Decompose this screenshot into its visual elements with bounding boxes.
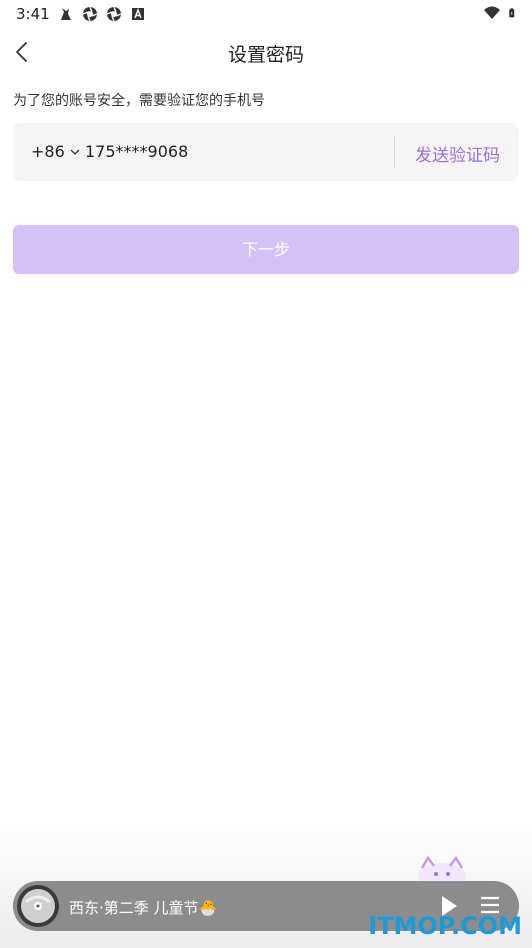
status-bar: 3:41 — [0, 0, 532, 30]
next-step-button[interactable]: 下一步 — [13, 225, 519, 274]
wifi-icon — [484, 6, 500, 19]
header: 设置密码 — [0, 30, 532, 74]
page-title: 设置密码 — [227, 44, 304, 66]
phone-number-field[interactable]: 175****9068 — [85, 142, 188, 161]
aperture-icon — [82, 6, 98, 22]
chevron-down-icon — [70, 149, 80, 155]
phone-input-row: +86 175****9068 发送验证码 — [13, 123, 519, 181]
notification-pikachu-icon — [61, 8, 71, 20]
country-code-selector[interactable]: +86 — [31, 142, 81, 161]
aperture-icon — [106, 6, 122, 22]
watermark: ITMOP.COM — [368, 912, 522, 940]
a-box-icon — [132, 8, 144, 20]
status-icons-left — [58, 6, 146, 22]
status-icons-right — [484, 5, 518, 21]
disc-icon[interactable] — [16, 884, 60, 928]
divider — [394, 136, 395, 168]
send-code-button[interactable]: 发送验证码 — [415, 141, 500, 166]
track-title: 西东·第二季 儿童节🐣 — [69, 899, 218, 917]
status-time: 3:41 — [16, 5, 50, 23]
country-code-label: +86 — [31, 142, 65, 161]
battery-icon — [509, 8, 515, 18]
verify-prompt: 为了您的账号安全，需要验证您的手机号 — [13, 93, 265, 109]
